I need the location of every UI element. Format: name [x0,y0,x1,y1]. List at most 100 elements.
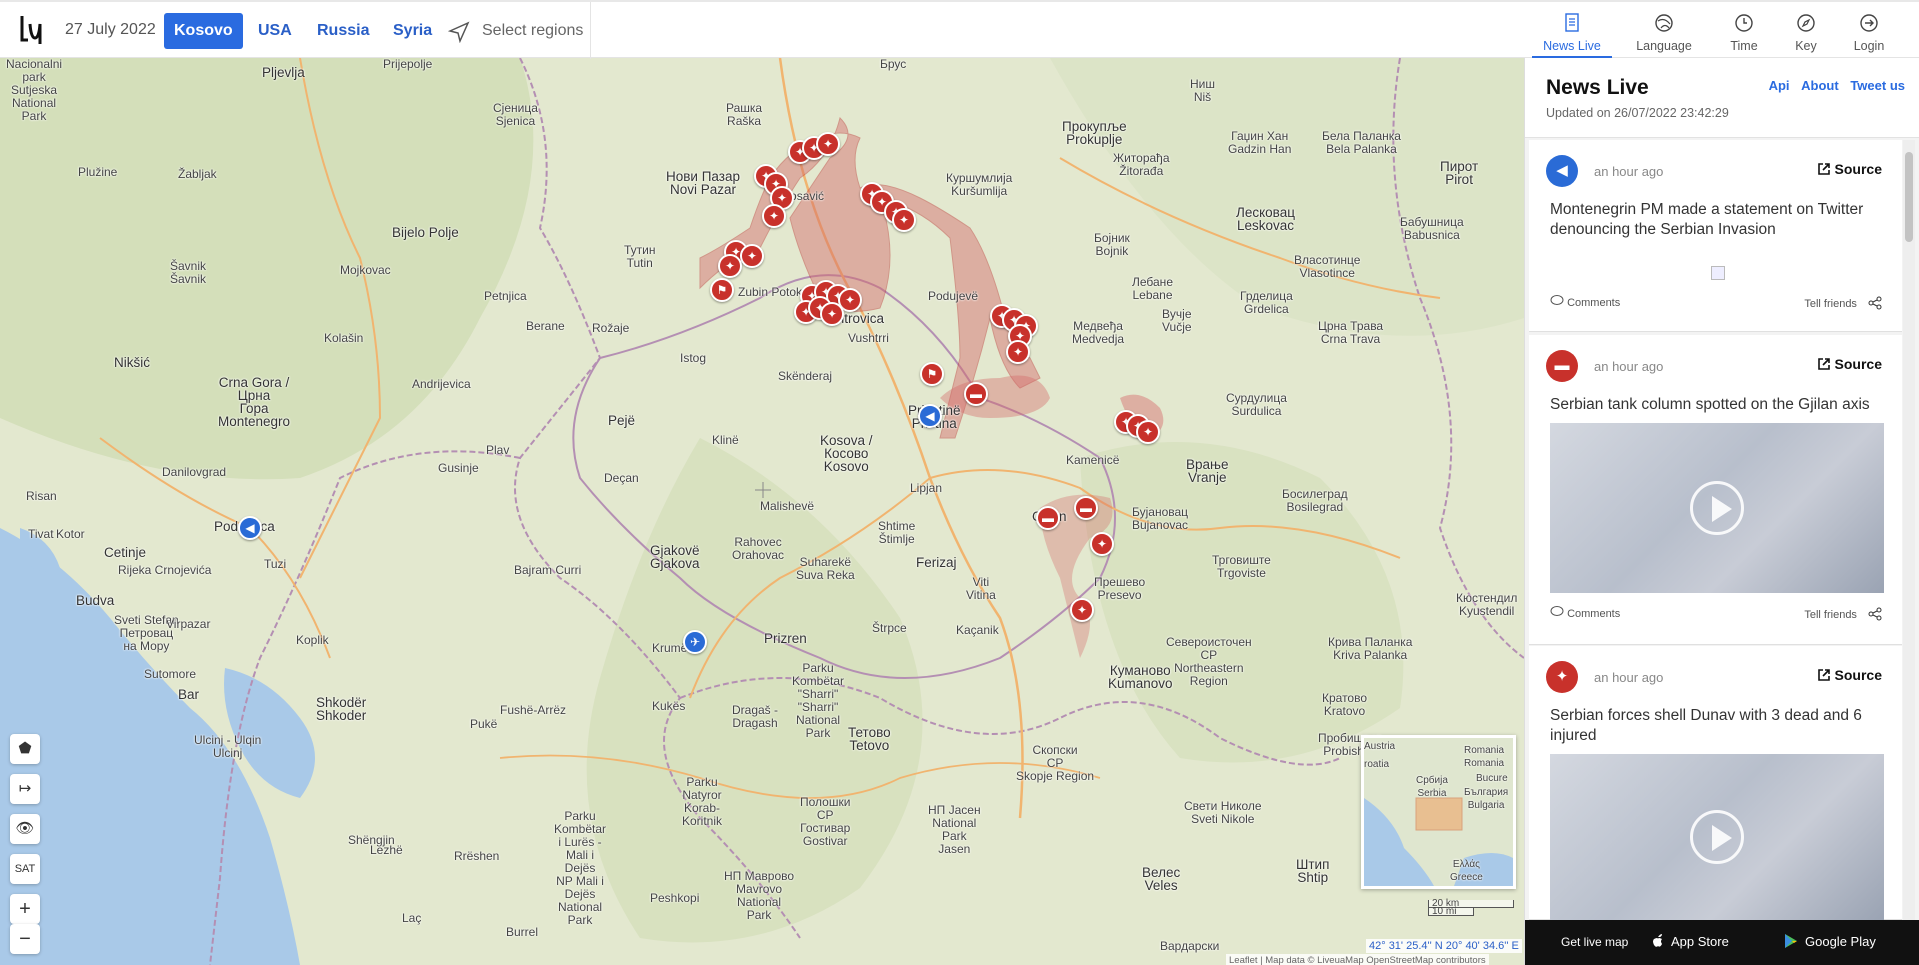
shelling-marker[interactable]: ✦ [1006,340,1030,364]
place-label: Vushtrri [848,331,889,345]
draw-polygon-button[interactable]: ⬟ [10,734,40,764]
liveuamap-logo-icon[interactable] [18,14,46,46]
shelling-marker[interactable]: ✦ [1090,532,1114,556]
hide-markers-button[interactable]: 👁 [10,814,40,844]
place-label: Crna Gora / Црна Гора Montenegro [218,375,291,429]
tab-label: Language [1636,39,1692,53]
minimap-label: Србија Serbia [1416,775,1448,799]
place-label: Кюстендил Kyustendil [1456,591,1518,618]
shelling-marker[interactable]: ✦ [816,132,840,156]
satellite-toggle-button[interactable]: SAT [10,854,40,884]
shelling-marker[interactable]: ✦ [740,244,764,268]
tweet-us-link[interactable]: Tweet us [1850,78,1905,93]
region-syria-button[interactable]: Syria [383,13,442,49]
overview-minimap[interactable]: Austria roatia Србија Serbia Romania Rom… [1361,735,1516,889]
place-label: Bar [178,687,200,702]
video-thumbnail[interactable] [1550,754,1884,920]
news-text[interactable]: Montenegrin PM made a statement on Twitt… [1550,200,1880,240]
tell-friends-button[interactable]: Tell friends [1804,607,1882,621]
tank-marker[interactable]: ▬ [1074,496,1098,520]
place-label: Dragaš - Dragash [732,703,779,730]
news-text[interactable]: Serbian tank column spotted on the Gjila… [1550,395,1880,415]
about-link[interactable]: About [1801,78,1839,93]
tank-marker[interactable]: ▬ [1036,506,1060,530]
region-kosovo-button[interactable]: Kosovo [164,13,243,49]
comments-button[interactable]: Comments [1550,605,1620,620]
video-thumbnail[interactable] [1550,423,1884,593]
play-icon[interactable] [1690,810,1744,864]
region-usa-button[interactable]: USA [248,13,302,49]
place-label: Viti Vitina [966,575,996,602]
tab-login[interactable]: Login [1829,10,1909,58]
external-link-icon [1817,163,1830,175]
google-play-button[interactable]: Google Play [1783,933,1876,949]
map-attribution[interactable]: Leaflet | Map data © LiveuaMap OpenStree… [1226,954,1489,965]
place-label: Koplik [296,633,329,647]
place-label: Plav [486,443,510,457]
place-label: Štrpce [872,621,907,635]
place-label: Кратово Kratovo [1322,691,1368,718]
shelling-marker[interactable]: ✦ [820,302,844,326]
tank-marker[interactable]: ▬ [964,382,988,406]
news-text[interactable]: Serbian forces shell Dunav with 3 dead a… [1550,706,1880,746]
shelling-marker[interactable]: ✦ [1070,598,1094,622]
news-panel-header: News Live Updated on 26/07/2022 23:42:29… [1525,58,1919,138]
tank-icon: ▬ [1546,350,1578,382]
clock-icon [1735,14,1753,32]
comment-icon [1550,606,1564,616]
place-label: Klinë [712,433,739,447]
tab-news-live[interactable]: News Live [1532,10,1612,58]
zoom-in-button[interactable]: + [10,894,40,924]
place-label: Пирот Pirot [1440,159,1479,187]
tab-language[interactable]: Language [1624,10,1704,58]
broken-image-icon [1711,266,1725,280]
place-label: Nikšić [114,355,150,370]
place-label: Pukë [470,717,498,731]
place-label: Kotor [56,527,85,541]
zoom-out-button[interactable]: − [10,924,40,954]
place-label: Лебане Lebane [1132,275,1173,302]
tell-friends-button[interactable]: Tell friends [1804,296,1882,310]
shelling-marker[interactable]: ✦ [1136,420,1160,444]
flag-marker[interactable]: ⚑ [920,362,944,386]
api-link[interactable]: Api [1769,78,1790,93]
place-label: Budva [76,593,115,608]
place-label: Прешево Presevo [1094,575,1146,602]
place-label: Бујановац Bujanovac [1132,505,1189,532]
panel-links: Api About Tweet us [1761,78,1905,93]
shelling-marker[interactable]: ✦ [892,208,916,232]
place-label: Malishevë [760,499,815,513]
place-label: Rijeka Crnojevića [118,563,212,577]
map-view[interactable]: Nacionalni park Sutjeska National Park P… [0,58,1524,965]
airplane-marker[interactable]: ✈ [683,630,707,654]
news-item[interactable]: ▬ an hour ago Source Serbian tank column… [1529,335,1902,645]
panel-scrollbar[interactable] [1903,140,1915,962]
measure-button[interactable]: ↦ [10,774,40,804]
megaphone-marker[interactable]: ◀ [238,516,262,540]
flag-marker[interactable]: ⚑ [710,278,734,302]
comments-button[interactable]: Comments [1550,294,1620,309]
scrollbar-thumb[interactable] [1905,152,1913,242]
current-date[interactable]: 27 July 2022 [65,21,156,39]
news-item[interactable]: ◀ an hour ago Source Montenegrin PM made… [1529,140,1902,332]
external-link-icon [1817,358,1830,370]
place-label: Istog [680,351,707,365]
app-store-button[interactable]: App Store [1651,933,1729,949]
source-link[interactable]: Source [1817,356,1882,372]
source-link[interactable]: Source [1817,667,1882,683]
place-label: Тутин Tutin [624,243,656,270]
news-item[interactable]: ✦ an hour ago Source Serbian forces shel… [1529,646,1902,920]
play-icon[interactable] [1690,481,1744,535]
place-label: Tuzi [264,557,287,571]
place-label: Parku Kombëtar "Sharri" "Sharri" Nationa… [792,661,845,740]
select-regions-button[interactable]: Select regions [448,13,583,49]
shelling-marker[interactable]: ✦ [762,204,786,228]
source-link[interactable]: Source [1817,161,1882,177]
place-label: Lipjan [910,481,943,495]
shelling-marker[interactable]: ✦ [718,254,742,278]
login-icon [1860,14,1878,32]
region-russia-button[interactable]: Russia [307,13,379,49]
megaphone-marker[interactable]: ◀ [918,404,942,428]
place-label: Куманово Kumanovo [1108,663,1173,691]
place-label: Rožaje [592,321,630,335]
